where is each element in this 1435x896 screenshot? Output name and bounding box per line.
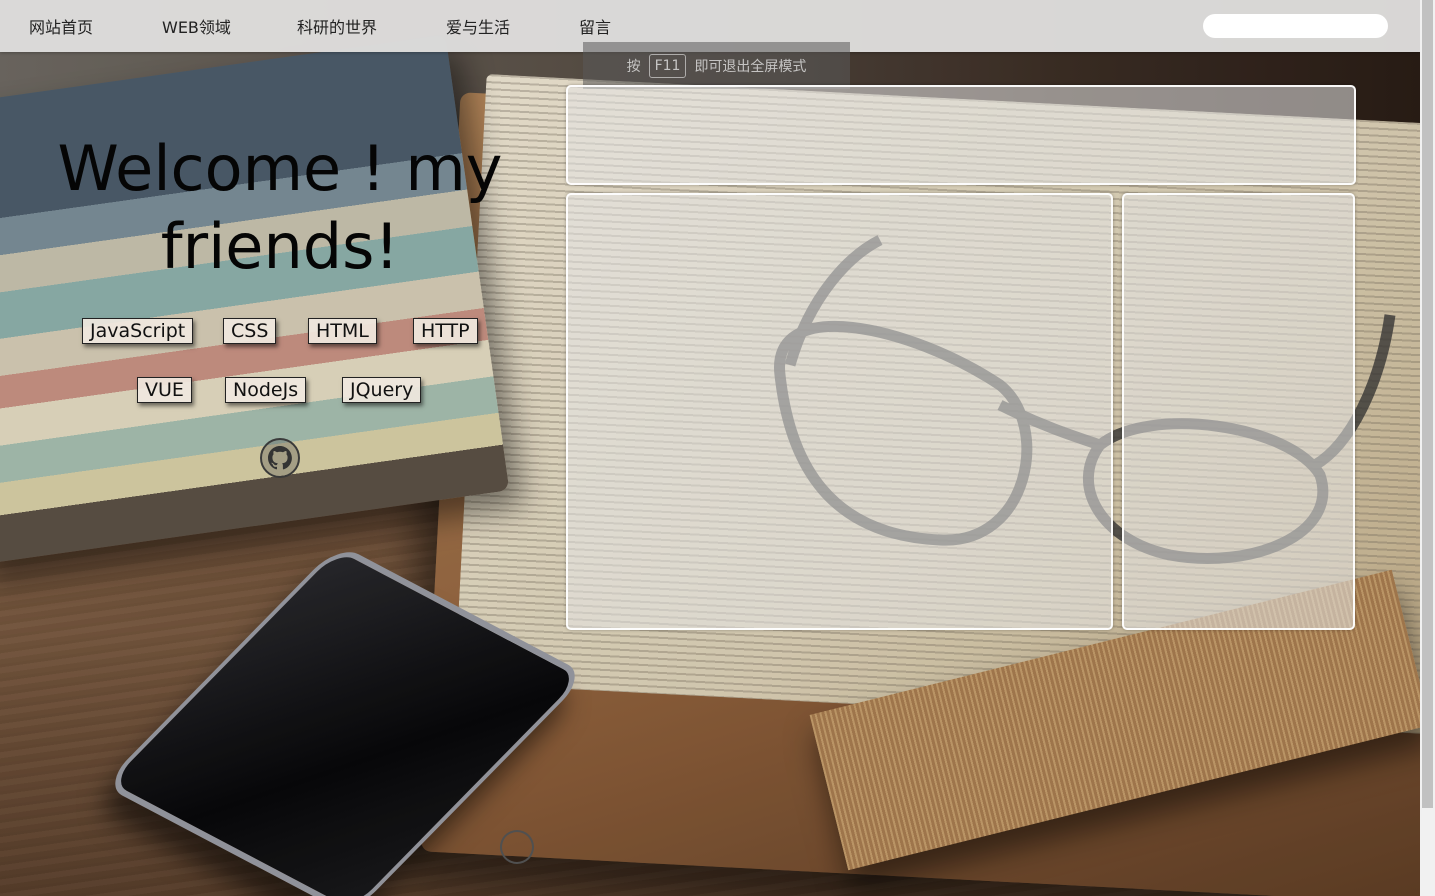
tag-css[interactable]: CSS [223,318,277,344]
fullscreen-hint-suffix: 即可退出全屏模式 [694,58,807,75]
fullscreen-hint: 按 F11 即可退出全屏模式 [583,42,850,89]
nav-web[interactable]: WEB领域 [162,14,231,38]
github-icon[interactable] [259,437,301,479]
nav-life[interactable]: 爱与生活 [446,14,510,38]
tag-nodejs[interactable]: NodeJs [225,377,307,403]
welcome-title: Welcome ! my friends! [30,130,530,286]
tag-javascript[interactable]: JavaScript [82,318,194,344]
tag-jquery[interactable]: JQuery [342,377,422,403]
top-panel [566,85,1356,185]
scrollbar-thumb[interactable] [1422,0,1433,808]
welcome-title-line2: friends! [160,210,400,283]
side-panel [1122,193,1355,630]
nav-home[interactable]: 网站首页 [29,14,93,38]
main-panel [566,193,1113,630]
nav-research[interactable]: 科研的世界 [297,14,377,38]
search-input[interactable] [1203,14,1388,38]
tag-html[interactable]: HTML [308,318,377,344]
nav-messages[interactable]: 留言 [579,14,611,38]
tag-vue[interactable]: VUE [137,377,192,403]
f11-key: F11 [648,53,687,78]
fullscreen-hint-prefix: 按 [626,58,641,75]
tag-http[interactable]: HTTP [413,318,478,344]
welcome-title-line1: Welcome ! my [57,132,503,205]
